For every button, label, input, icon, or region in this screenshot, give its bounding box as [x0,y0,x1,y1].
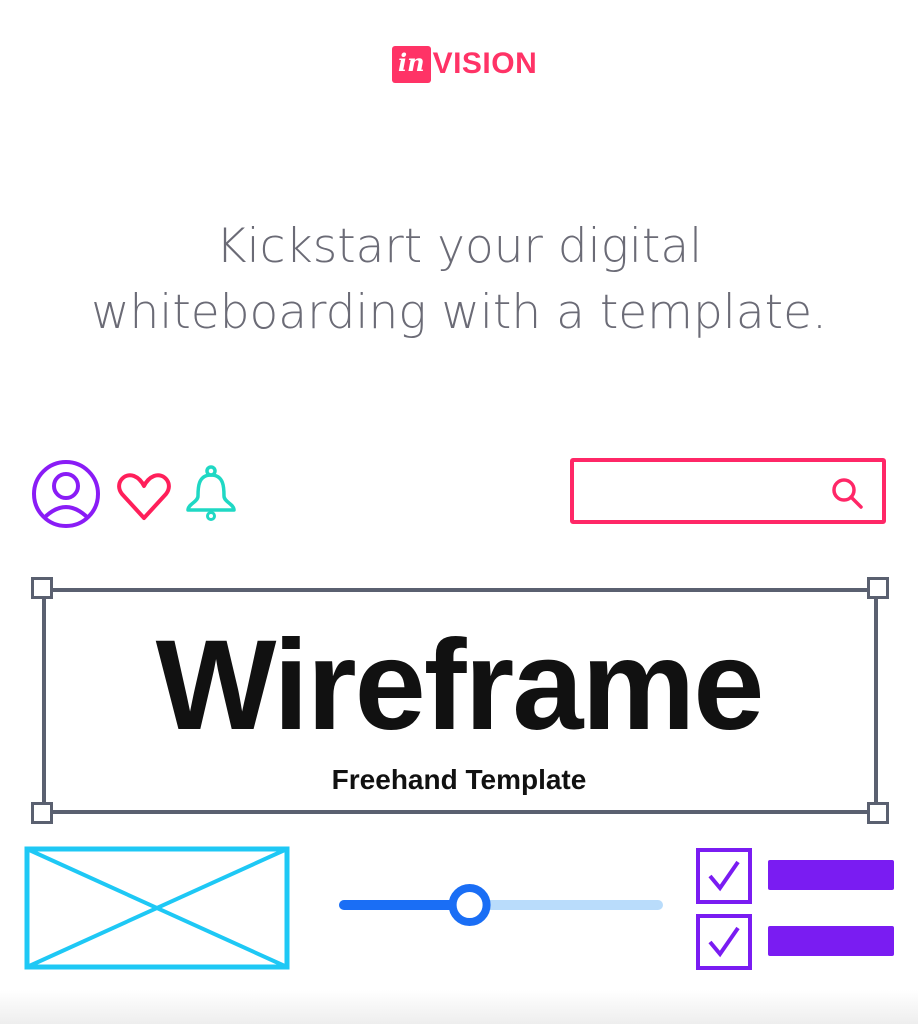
logo-wordmark: VISION [432,47,538,80]
search-box[interactable] [570,458,886,524]
checkbox-checked-2[interactable] [696,914,752,970]
user-avatar-icon [32,460,100,528]
headline-line-2: whiteboarding with a template. [91,285,827,340]
logo-mark: in [392,45,431,83]
bell-icon [186,465,236,521]
bottom-fade [0,990,918,1024]
resize-handle-bottom-left[interactable] [31,802,53,824]
resize-handle-top-left[interactable] [31,577,53,599]
template-subtitle: Freehand Template [331,764,587,795]
headline-line-1: Kickstart your digital [215,219,703,274]
list-item-bar-2 [768,926,894,956]
slider[interactable] [336,880,666,930]
slider-thumb[interactable] [448,884,491,926]
template-title: Wireframe [155,614,765,757]
headline: Kickstart your digital whiteboarding wit… [0,214,918,346]
checkbox-checked-1[interactable] [696,848,752,904]
resize-handle-top-right[interactable] [867,577,889,599]
invision-logo: in VISION [392,42,537,86]
search-icon[interactable] [830,476,864,510]
image-placeholder-icon [24,846,290,970]
heart-icon [117,473,171,520]
list-item-bar-1 [768,860,894,890]
resize-handle-bottom-right[interactable] [867,802,889,824]
